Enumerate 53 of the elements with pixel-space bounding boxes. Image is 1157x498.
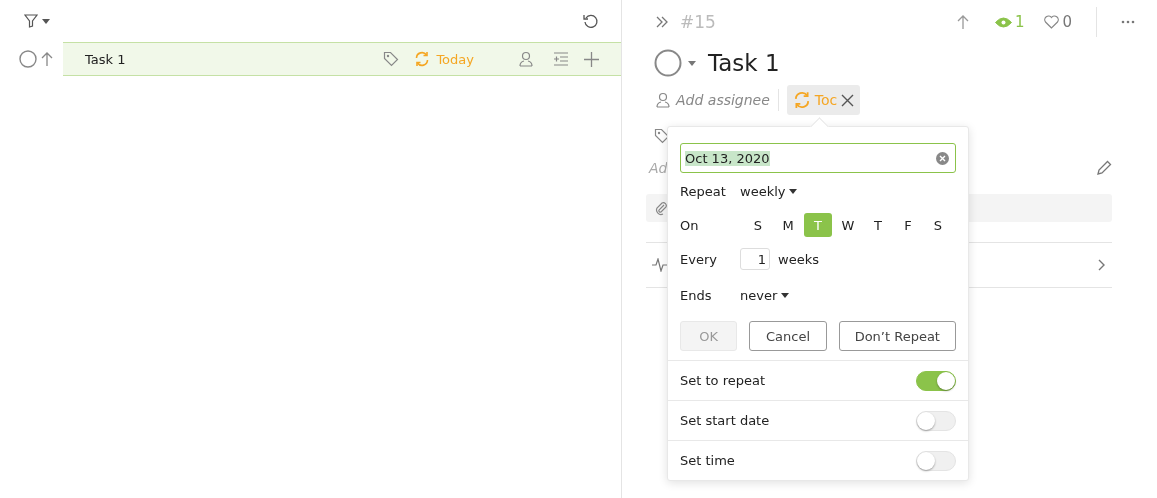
eye-icon <box>994 16 1012 28</box>
chevron-right-icon[interactable] <box>1098 259 1106 271</box>
weekday-toggle[interactable]: W <box>834 213 862 237</box>
checkbox-circle-icon[interactable] <box>654 49 682 77</box>
task-title[interactable]: Task 1 <box>708 50 780 76</box>
arrow-up-icon[interactable] <box>956 14 969 30</box>
more-icon[interactable] <box>1121 20 1135 24</box>
caret-icon <box>42 18 50 24</box>
filter-button[interactable] <box>24 14 50 28</box>
activity-icon <box>652 258 670 272</box>
ends-label: Ends <box>680 287 713 303</box>
toggle-label: Set time <box>680 453 735 468</box>
repeat-label: Repeat <box>680 183 727 199</box>
task-number: #15 <box>680 12 716 32</box>
interval-unit: weeks <box>778 251 819 267</box>
every-label: Every <box>680 251 718 267</box>
weekday-toggle[interactable]: F <box>894 213 922 237</box>
pencil-icon[interactable] <box>1096 160 1112 176</box>
weekday-toggle[interactable]: S <box>744 213 772 237</box>
close-icon[interactable] <box>841 93 855 107</box>
tag-icon[interactable] <box>383 51 400 67</box>
checkbox-circle-icon[interactable] <box>19 50 37 68</box>
repeat-icon <box>414 51 431 67</box>
task-title: Task 1 <box>85 51 127 67</box>
person-icon[interactable] <box>518 51 534 67</box>
interval-input-field[interactable]: 1 <box>740 248 770 270</box>
like-button[interactable]: 0 <box>1044 13 1072 31</box>
weekday-toggle[interactable]: S <box>924 213 952 237</box>
caret-icon[interactable] <box>688 60 696 66</box>
collapse-icon[interactable] <box>656 16 668 28</box>
toggle-label: Set start date <box>680 413 770 428</box>
toggle-switch[interactable] <box>916 370 956 391</box>
person-icon <box>655 92 671 108</box>
plus-icon[interactable] <box>584 51 599 67</box>
weekday-toggle[interactable]: M <box>774 213 802 237</box>
popover-button[interactable]: Cancel <box>749 321 827 351</box>
repeat-icon <box>792 91 811 109</box>
arrow-up-icon[interactable] <box>41 51 53 67</box>
weekday-toggle[interactable]: T <box>864 213 892 237</box>
add-subtask-icon[interactable] <box>553 52 569 66</box>
on-label: On <box>680 217 700 233</box>
clear-icon[interactable] <box>936 151 949 165</box>
ends-dropdown[interactable]: never <box>740 287 790 303</box>
repeat-dropdown[interactable]: weekly <box>740 183 798 199</box>
refresh-icon[interactable] <box>583 13 599 29</box>
tag-icon[interactable] <box>654 128 670 144</box>
popover-button[interactable]: Don’t Repeat <box>838 321 956 351</box>
caret-icon <box>781 292 790 298</box>
assignee-placeholder[interactable]: Add assignee <box>676 92 770 108</box>
task-row[interactable]: Task 1 Today <box>63 42 621 76</box>
toggle-label: Set to repeat <box>680 373 766 388</box>
paperclip-icon <box>654 200 668 216</box>
date-input-field[interactable]: Oct 13, 2020 <box>680 143 956 173</box>
